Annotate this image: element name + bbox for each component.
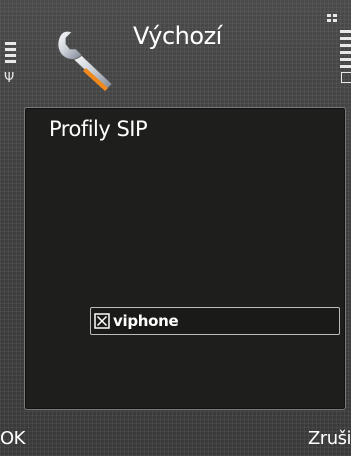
sip-profiles-list-panel: Profily SIP viphone [24,107,346,410]
wrench-settings-icon [50,22,122,94]
ok-softkey[interactable]: OK [0,428,25,449]
list-item-label: viphone [113,312,179,330]
cancel-softkey[interactable]: Zruši [308,428,351,449]
battery-level-icon [339,30,351,83]
signal-strength-icon: Ψ [3,42,17,86]
app-title: Výchozí [133,22,222,50]
checkbox-checked-icon[interactable] [94,313,110,329]
phone-screen: Ψ Výchozí Profily SIP viphone OK Zruši [0,0,351,456]
menu-grid-icon[interactable] [327,14,339,24]
panel-title: Profily SIP [49,117,148,141]
list-item[interactable]: viphone [90,307,340,335]
